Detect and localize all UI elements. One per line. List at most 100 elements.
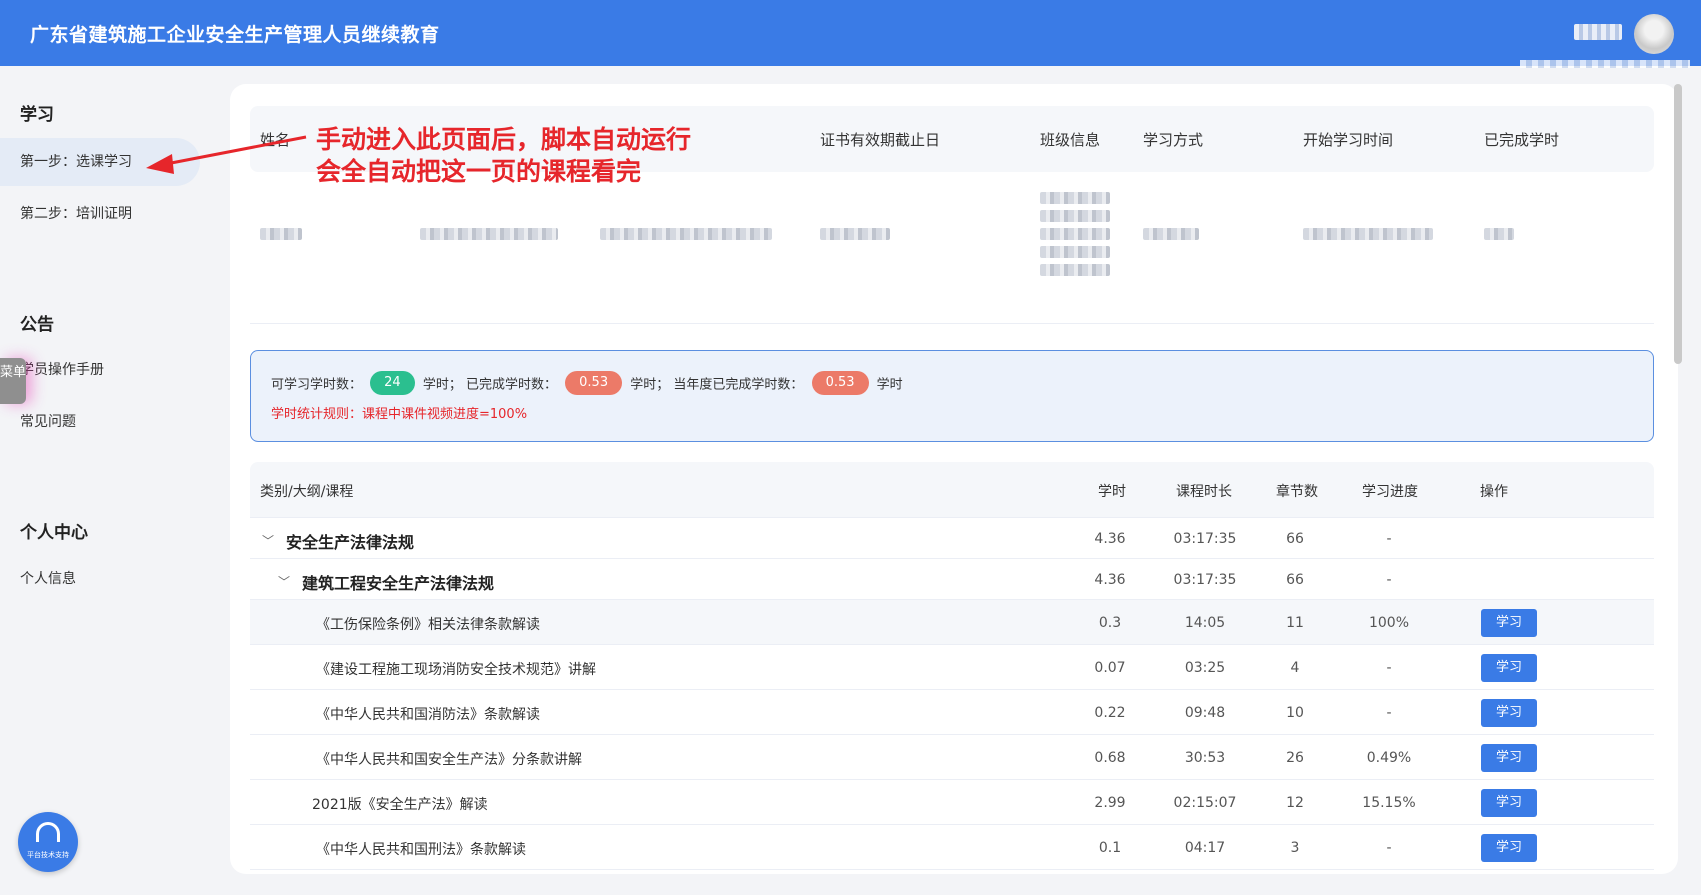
user-name[interactable] (1574, 24, 1622, 40)
sidebar-item-faq[interactable]: 常见问题 (0, 398, 200, 446)
chevron-down-icon[interactable]: ﹀ (262, 532, 274, 549)
sidebar-item-manual[interactable]: 学员操作手册 (0, 346, 200, 394)
cell-duration: 09:48 (1184, 705, 1226, 721)
cell-duration: 14:05 (1184, 615, 1226, 631)
study-button[interactable]: 学习 (1481, 744, 1537, 772)
cell-chapters: 10 (1286, 705, 1304, 721)
course-row: 《中华人民共和国安全生产法》分条款讲解 0.68 30:53 26 0.49% 学习 (250, 735, 1654, 780)
col-cert-expiry: 证书有效期截止日 (820, 131, 941, 149)
cell-progress: - (1386, 705, 1392, 721)
study-hours-summary: 可学习学时数： 24 学时； 已完成学时数： 0.53 学时； 当年度已完成学时… (250, 350, 1654, 442)
main-content: 姓名 证书有效期截止日 班级信息 学习方式 开始学习时间 已完成学时 可学习学时… (230, 84, 1678, 874)
unit-label: 学时； (422, 377, 462, 393)
chevron-down-icon[interactable]: ﹀ (278, 573, 290, 590)
col-hours: 学时 (1098, 484, 1126, 500)
sidebar-item-certificate[interactable]: 第二步：培训证明 (0, 190, 200, 238)
course-row: 《中华人民共和国刑法》条款解读 0.1 04:17 3 - 学习 (250, 825, 1654, 870)
cell-progress: 15.15% (1362, 795, 1416, 811)
cell-hours: 0.1 (1098, 840, 1122, 856)
study-button[interactable]: 学习 (1481, 699, 1537, 727)
header-decoration (1520, 60, 1690, 68)
cell-progress: 100% (1368, 615, 1410, 631)
col-class-info: 班级信息 (1040, 131, 1101, 149)
course-name: 《建设工程施工现场消防安全技术规范》讲解 (316, 662, 596, 678)
available-hours-badge: 24 (370, 371, 415, 395)
course-name: 建筑工程安全生产法律法规 (302, 574, 495, 593)
study-button[interactable]: 学习 (1481, 609, 1537, 637)
year-hours-badge: 0.53 (811, 371, 869, 395)
annotation-line-2: 会全自动把这一页的课程看完 (316, 157, 642, 186)
course-row: 2021版《安全生产法》解读 2.99 02:15:07 12 15.15% 学习 (250, 780, 1654, 825)
blurred-value (820, 228, 890, 240)
app-title: 广东省建筑施工企业安全生产管理人员继续教育 (30, 24, 440, 46)
course-name: 《中华人民共和国刑法》条款解读 (316, 842, 526, 858)
support-label: 平台技术支持 (27, 851, 69, 859)
blurred-value (1484, 228, 1514, 240)
cell-hours: 0.3 (1098, 615, 1122, 631)
category-row[interactable]: ﹀ 安全生产法律法规 4.36 03:17:35 66 - (250, 518, 1654, 559)
student-info-row (250, 172, 1654, 324)
completed-hours-badge: 0.53 (565, 371, 623, 395)
cell-hours: 2.99 (1094, 795, 1126, 811)
cell-progress: - (1386, 572, 1392, 588)
cell-hours: 0.07 (1094, 660, 1126, 676)
blurred-value (1040, 192, 1110, 204)
cell-progress: - (1386, 840, 1392, 856)
cell-chapters: 11 (1286, 615, 1304, 631)
study-button[interactable]: 学习 (1481, 654, 1537, 682)
sidebar-item-select-course[interactable]: 第一步：选课学习 (0, 138, 200, 186)
blurred-value (1040, 246, 1110, 258)
col-duration: 课程时长 (1176, 484, 1232, 500)
cell-chapters: 4 (1290, 660, 1300, 676)
category-row[interactable]: ﹀ 建筑工程安全生产法律法规 4.36 03:17:35 66 - (250, 559, 1654, 600)
col-course-name: 类别/大纲/课程 (260, 484, 354, 500)
hours-stats-line: 可学习学时数： 24 学时； 已完成学时数： 0.53 学时； 当年度已完成学时… (271, 371, 903, 395)
nav-group-personal: 个人中心 (20, 523, 88, 543)
blurred-value (1040, 264, 1110, 276)
cell-chapters: 26 (1286, 750, 1304, 766)
course-table: 类别/大纲/课程 学时 课程时长 章节数 学习进度 操作 ﹀ 安全生产法律法规 4.… (250, 462, 1654, 870)
unit-label: 学时； (630, 377, 670, 393)
blurred-value (600, 228, 772, 240)
course-name: 2021版《安全生产法》解读 (312, 797, 488, 813)
support-button[interactable]: 平台技术支持 (18, 812, 78, 872)
course-table-header: 类别/大纲/课程 学时 课程时长 章节数 学习进度 操作 (250, 462, 1654, 518)
cell-duration: 03:17:35 (1173, 531, 1237, 547)
blurred-value (1143, 228, 1199, 240)
cell-hours: 4.36 (1094, 572, 1126, 588)
cell-chapters: 66 (1286, 531, 1304, 547)
available-hours-label: 可学习学时数： (271, 377, 363, 393)
sidebar-item-profile[interactable]: 个人信息 (0, 555, 200, 603)
col-chapters: 章节数 (1276, 484, 1318, 500)
cell-progress: - (1386, 660, 1392, 676)
course-name: 安全生产法律法规 (286, 533, 415, 552)
blurred-value (420, 228, 558, 240)
floating-menu-tab[interactable]: 菜单 (0, 358, 26, 404)
nav-group-notice: 公告 (20, 315, 54, 335)
col-completed-hours: 已完成学时 (1484, 131, 1560, 149)
blurred-value (1040, 228, 1110, 240)
study-button[interactable]: 学习 (1481, 834, 1537, 862)
cell-hours: 0.68 (1094, 750, 1126, 766)
completed-hours-label: 已完成学时数： (466, 377, 558, 393)
cell-chapters: 3 (1290, 840, 1300, 856)
col-action: 操作 (1480, 484, 1508, 500)
study-button[interactable]: 学习 (1481, 789, 1537, 817)
unit-label: 学时 (876, 377, 903, 393)
user-avatar-icon[interactable] (1634, 14, 1674, 54)
cell-progress: - (1386, 531, 1392, 547)
course-name: 《工伤保险条例》相关法律条款解读 (316, 617, 540, 633)
vertical-scrollbar[interactable] (1674, 84, 1682, 364)
headset-icon (36, 822, 60, 842)
course-row: 《建设工程施工现场消防安全技术规范》讲解 0.07 03:25 4 - 学习 (250, 645, 1654, 690)
col-start-time: 开始学习时间 (1303, 131, 1394, 149)
annotation-text: 手动进入此页面后，脚本自动运行 会全自动把这一页的课程看完 (316, 124, 691, 188)
course-row: 《工伤保险条例》相关法律条款解读 0.3 14:05 11 100% 学习 (250, 600, 1654, 645)
course-row: 《中华人民共和国消防法》条款解读 0.22 09:48 10 - 学习 (250, 690, 1654, 735)
cell-duration: 04:17 (1184, 840, 1226, 856)
cell-duration: 02:15:07 (1173, 795, 1237, 811)
col-study-mode: 学习方式 (1143, 131, 1204, 149)
cell-progress: 0.49% (1366, 750, 1412, 766)
course-name: 《中华人民共和国安全生产法》分条款讲解 (316, 752, 582, 768)
col-progress: 学习进度 (1362, 484, 1418, 500)
